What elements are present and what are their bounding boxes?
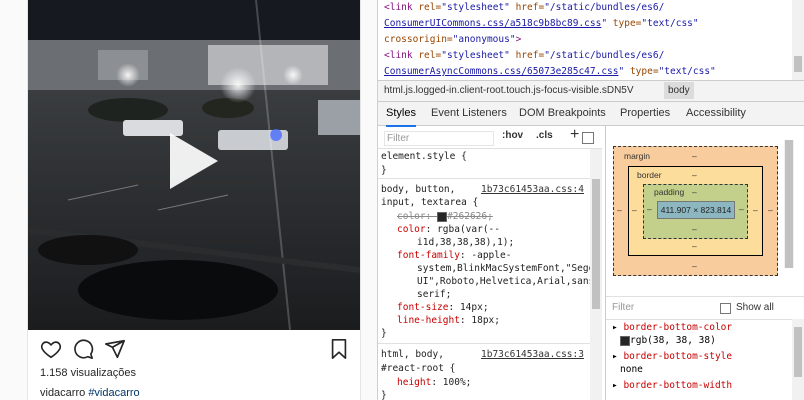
rule-declaration[interactable]: font-size: 14px; [397, 302, 489, 313]
scrollbar-thumb[interactable] [794, 327, 802, 377]
rule-selector[interactable]: body, button, [381, 184, 455, 195]
rule-selector[interactable]: element.style { [381, 151, 467, 162]
cls-toggle[interactable]: .cls [536, 130, 553, 141]
computed-list: ▸ border-bottom-color rgb(38, 38, 38) ▸ … [606, 319, 792, 400]
rule-source-link[interactable]: 1b73c61453aa.css:4 [481, 184, 584, 195]
margin-left-value[interactable]: – [617, 205, 622, 215]
username-link[interactable]: vidacarro [40, 387, 85, 399]
post-actions [40, 338, 350, 360]
show-all-checkbox[interactable] [720, 303, 731, 314]
margin-right-value[interactable]: – [768, 205, 773, 215]
bookmark-icon[interactable] [328, 338, 350, 360]
styles-toolbar: Filter :hov .cls + [378, 126, 602, 149]
rule-value-continued: i1d,38,38,38),1); [417, 237, 515, 248]
computed-pane: margin – – – – border – – – – padding – … [605, 126, 804, 400]
tab-accessibility[interactable]: Accessibility [686, 102, 746, 125]
instagram-post: 1.158 visualizações vidacarro #vidacarro [27, 0, 361, 400]
scrollbar-thumb[interactable] [794, 56, 802, 72]
padding-bottom-value[interactable]: – [692, 224, 697, 234]
rule-source-link[interactable]: 1b73c61453aa.css:3 [481, 349, 584, 360]
rule-value-continued: system,BlinkMacSystemFont,"Segoe [417, 263, 590, 274]
box-model-border[interactable]: border – – – – padding – – – – 411.907 ×… [628, 166, 763, 256]
computed-scrollbar[interactable] [792, 319, 804, 400]
rule-declaration[interactable]: color: rgba(var(-- [397, 224, 500, 235]
tab-dom-breakpoints[interactable]: DOM Breakpoints [519, 102, 606, 125]
padding-right-value[interactable]: – [739, 204, 744, 214]
margin-bottom-value[interactable]: – [692, 261, 697, 271]
instagram-pane: 1.158 visualizações vidacarro #vidacarro [0, 0, 378, 400]
breadcrumb: html.js.logged-in.client-root.touch.js-f… [378, 80, 804, 102]
source-scrollbar[interactable] [792, 0, 804, 80]
styles-filter-input[interactable]: Filter [384, 131, 494, 146]
rule-selector[interactable]: input, textarea { [381, 197, 478, 208]
show-all-label: Show all [736, 302, 774, 313]
computed-value: none [620, 364, 643, 375]
computed-property[interactable]: ▸ border-bottom-color [612, 322, 732, 333]
comment-icon[interactable] [72, 338, 94, 360]
devtools-tabs: Styles Event Listeners DOM Breakpoints P… [378, 102, 804, 127]
computed-property[interactable]: ▸ border-bottom-width [612, 380, 732, 391]
rule-value-continued: serif; [417, 289, 452, 300]
border-label: border [637, 170, 662, 180]
styles-scrollbar[interactable] [590, 149, 602, 400]
tab-styles[interactable]: Styles [386, 102, 416, 127]
computed-filter-bar: Filter Show all [606, 296, 804, 320]
padding-left-value[interactable]: – [647, 204, 652, 214]
rule-close: } [381, 390, 387, 400]
hashtag-link[interactable]: #vidacarro [88, 387, 139, 399]
share-icon[interactable] [104, 338, 126, 360]
color-swatch-icon [620, 335, 630, 346]
view-count: 1.158 visualizações [40, 367, 137, 379]
box-model-content[interactable]: 411.907 × 823.814 [657, 201, 735, 219]
rule-declaration[interactable]: font-family: -apple- [397, 250, 511, 261]
tab-event-listeners[interactable]: Event Listeners [431, 102, 507, 125]
box-model-margin[interactable]: margin – – – – border – – – – padding – … [613, 146, 778, 276]
tab-properties[interactable]: Properties [620, 102, 670, 125]
padding-label: padding [654, 187, 685, 197]
rule-value-continued: UI",Roboto,Helvetica,Arial,sans- [417, 276, 590, 287]
margin-label: margin [624, 151, 650, 161]
source-line[interactable]: crossorigin="anonymous"> [384, 32, 521, 48]
source-line[interactable]: <link rel="stylesheet" href="/static/bun… [384, 48, 664, 64]
box-model-padding[interactable]: padding – – – – 411.907 × 823.814 [643, 184, 748, 239]
caption: vidacarro #vidacarro [40, 387, 140, 399]
computed-filter-input[interactable]: Filter [612, 302, 634, 313]
border-top-value[interactable]: – [692, 170, 697, 180]
source-line[interactable]: ConsumerUICommons.css/a518c9b8bc89.css" … [384, 16, 699, 32]
color-swatch-icon[interactable] [437, 211, 448, 222]
scrollbar-thumb[interactable] [592, 179, 600, 309]
source-line[interactable]: <link rel="stylesheet" href="/static/bun… [384, 0, 664, 16]
element-state-icon[interactable] [582, 132, 594, 144]
heart-icon[interactable] [40, 338, 62, 360]
scrollbar-thumb[interactable] [785, 140, 793, 268]
divider [378, 178, 590, 179]
boxmodel-scrollbar[interactable] [784, 140, 794, 268]
computed-value: rgb(38, 38, 38) [620, 335, 716, 346]
computed-property[interactable]: ▸ border-bottom-style [612, 351, 732, 362]
hov-toggle[interactable]: :hov [502, 130, 523, 141]
rule-declaration[interactable]: line-height: 18px; [397, 315, 500, 326]
rule-declaration[interactable]: height: 100%; [397, 377, 471, 388]
breadcrumb-body[interactable]: body [664, 82, 694, 99]
source-line[interactable]: ConsumerAsyncCommons.css/65073e285c47.cs… [384, 64, 716, 80]
rule-close: } [381, 328, 387, 339]
play-icon[interactable] [170, 133, 218, 189]
elements-source: <link rel="stylesheet" href="/static/bun… [378, 0, 792, 80]
video-player[interactable] [28, 0, 360, 330]
margin-top-value[interactable]: – [692, 151, 697, 161]
rule-close: } [381, 165, 387, 176]
rule-selector[interactable]: #react-root { [381, 363, 455, 374]
padding-top-value[interactable]: – [692, 187, 697, 197]
new-rule-button[interactable]: + [570, 126, 579, 144]
border-left-value[interactable]: – [632, 205, 637, 215]
breadcrumb-html[interactable]: html.js.logged-in.client-root.touch.js-f… [384, 81, 634, 100]
border-right-value[interactable]: – [753, 205, 758, 215]
rule-declaration-overridden[interactable]: color: #262626; [397, 211, 493, 222]
divider [378, 343, 590, 344]
border-bottom-value[interactable]: – [692, 241, 697, 251]
rule-selector[interactable]: html, body, [381, 349, 444, 360]
styles-rules: element.style { } body, button, 1b73c614… [378, 149, 590, 400]
